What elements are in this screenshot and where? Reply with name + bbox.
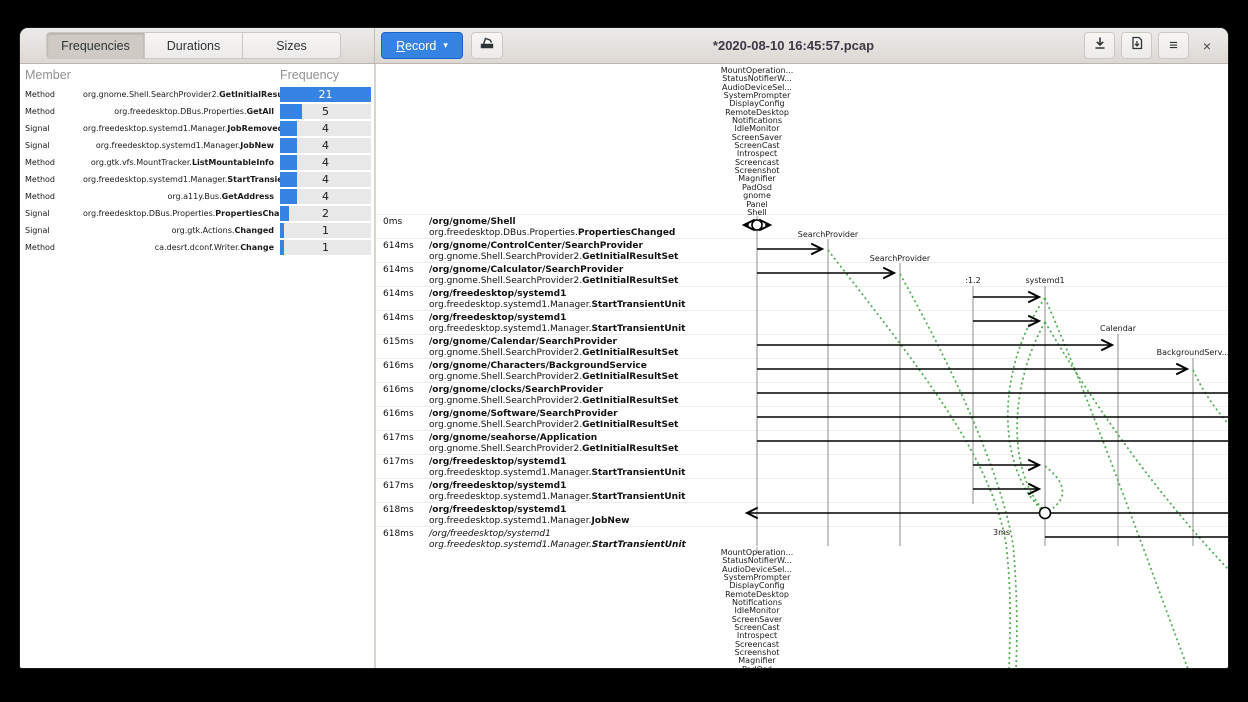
frequency-value: 4: [280, 189, 371, 204]
table-row[interactable]: Signalorg.freedesktop.systemd1.Manager.J…: [20, 137, 374, 154]
document-arrow-icon: [1130, 36, 1144, 55]
frequency-value: 4: [280, 155, 371, 170]
lifeline-label: Calendar: [1100, 324, 1136, 333]
service-name-stack-bottom: MountOperation...StatusNotifierW...Audio…: [721, 549, 794, 668]
bustle-window: Frequencies Durations Sizes Record ▾ *20…: [20, 28, 1228, 668]
lifeline-label: systemd1: [1025, 276, 1064, 285]
tab-frequencies[interactable]: Frequencies: [46, 32, 145, 59]
frequency-bar: 21: [280, 87, 371, 102]
member-kind: Signal: [20, 124, 83, 133]
call-return-connectors: [828, 250, 1228, 668]
service-name-stack-top: MountOperation...StatusNotifierW...Audio…: [721, 67, 794, 217]
member-kind: Method: [20, 243, 83, 252]
close-icon: ×: [1203, 38, 1211, 54]
record-button[interactable]: Record ▾: [381, 32, 463, 59]
member-kind: Method: [20, 158, 83, 167]
headerbar-actions: ≡ ×: [1084, 32, 1219, 59]
member-name: org.freedesktop.systemd1.Manager.JobNew: [83, 141, 280, 150]
save-as-button[interactable]: [1121, 32, 1152, 59]
sequence-diagram-canvas: [376, 64, 1228, 668]
frequency-value: 4: [280, 138, 371, 153]
window-title: *2020-08-10 16:45:57.pcap: [503, 38, 1084, 53]
table-row[interactable]: Methodorg.freedesktop.DBus.Properties.Ge…: [20, 103, 374, 120]
member-name: org.gtk.vfs.MountTracker.ListMountableIn…: [83, 158, 280, 167]
signal-emission-marker: [752, 220, 762, 230]
download-icon: [1093, 36, 1107, 55]
member-kind: Signal: [20, 141, 83, 150]
table-row[interactable]: Signalorg.freedesktop.systemd1.Manager.J…: [20, 120, 374, 137]
service-name: Shell: [721, 209, 794, 217]
member-name: org.freedesktop.systemd1.Manager.JobRemo…: [83, 124, 280, 133]
save-button[interactable]: [1084, 32, 1115, 59]
frequency-bar: 1: [280, 223, 371, 238]
table-row[interactable]: Methodorg.gnome.Shell.SearchProvider2.Ge…: [20, 86, 374, 103]
close-button[interactable]: ×: [1195, 34, 1219, 58]
tab-sizes[interactable]: Sizes: [243, 32, 341, 59]
return-marker: [1040, 508, 1051, 519]
member-kind: Method: [20, 90, 83, 99]
table-header: Member Frequency: [20, 64, 374, 86]
hamburger-menu-icon: ≡: [1169, 37, 1178, 54]
frequency-bar: 4: [280, 155, 371, 170]
record-button-label: Record: [396, 39, 436, 53]
member-kind: Method: [20, 107, 83, 116]
frequency-bar: 4: [280, 121, 371, 136]
frequency-value: 21: [280, 87, 371, 102]
tab-durations[interactable]: Durations: [145, 32, 243, 59]
main-content: Member Frequency Methodorg.gnome.Shell.S…: [20, 64, 1228, 668]
member-name: org.gtk.Actions.Changed: [83, 226, 280, 235]
sequence-diagram-panel[interactable]: 0ms/org/gnome/Shellorg.freedesktop.DBus.…: [376, 64, 1228, 668]
table-row[interactable]: Methodorg.freedesktop.systemd1.Manager.S…: [20, 171, 374, 188]
frequency-bar: 4: [280, 138, 371, 153]
open-icon: [479, 35, 495, 56]
table-row[interactable]: Signalorg.gtk.Actions.Changed1: [20, 222, 374, 239]
duration-label: 3ms: [993, 528, 1010, 537]
lifeline-label: SearchProvider: [870, 254, 930, 263]
service-name: PadOsd: [721, 666, 794, 668]
frequency-bar: 5: [280, 104, 371, 119]
table-row[interactable]: Methodorg.gtk.vfs.MountTracker.ListMount…: [20, 154, 374, 171]
headerbar: Frequencies Durations Sizes Record ▾ *20…: [20, 28, 1228, 64]
frequency-bar: 4: [280, 189, 371, 204]
lifeline-label: BackgroundServ...: [1157, 348, 1228, 357]
table-row[interactable]: Methodorg.a11y.Bus.GetAddress4: [20, 188, 374, 205]
table-row[interactable]: Methodca.desrt.dconf.Writer.Change1: [20, 239, 374, 256]
member-name: org.freedesktop.systemd1.Manager.StartTr…: [83, 175, 280, 184]
frequencies-panel: Member Frequency Methodorg.gnome.Shell.S…: [20, 64, 374, 668]
frequency-bar: 2: [280, 206, 371, 221]
headerbar-right-section: Record ▾ *2020-08-10 16:45:57.pcap: [375, 28, 1228, 63]
column-header-member[interactable]: Member: [25, 68, 280, 82]
member-kind: Signal: [20, 226, 83, 235]
frequency-value: 2: [280, 206, 371, 221]
member-kind: Signal: [20, 209, 83, 218]
lifeline-label: SearchProvider: [798, 230, 858, 239]
member-name: org.gnome.Shell.SearchProvider2.GetIniti…: [83, 90, 280, 99]
member-name: org.freedesktop.DBus.Properties.GetAll: [83, 107, 280, 116]
member-kind: Method: [20, 192, 83, 201]
message-arrows: [744, 225, 1228, 537]
open-button[interactable]: [471, 32, 503, 59]
frequency-bar: 4: [280, 172, 371, 187]
chevron-down-icon: ▾: [443, 41, 448, 50]
lifelines: [757, 216, 1193, 553]
headerbar-left-section: Frequencies Durations Sizes: [20, 28, 375, 63]
frequency-value: 1: [280, 223, 371, 238]
frequency-value: 4: [280, 121, 371, 136]
view-switcher: Frequencies Durations Sizes: [46, 32, 341, 59]
table-row[interactable]: Signalorg.freedesktop.DBus.Properties.Pr…: [20, 205, 374, 222]
frequency-value: 4: [280, 172, 371, 187]
member-name: org.a11y.Bus.GetAddress: [83, 192, 280, 201]
lifeline-label: :1.2: [965, 276, 980, 285]
frequency-table-body: Methodorg.gnome.Shell.SearchProvider2.Ge…: [20, 86, 374, 256]
frequency-bar: 1: [280, 240, 371, 255]
frequency-value: 1: [280, 240, 371, 255]
menu-button[interactable]: ≡: [1158, 32, 1189, 59]
member-name: ca.desrt.dconf.Writer.Change: [83, 243, 280, 252]
member-kind: Method: [20, 175, 83, 184]
frequency-value: 5: [280, 104, 371, 119]
column-header-frequency[interactable]: Frequency: [280, 68, 371, 82]
member-name: org.freedesktop.DBus.Properties.Properti…: [83, 209, 280, 218]
